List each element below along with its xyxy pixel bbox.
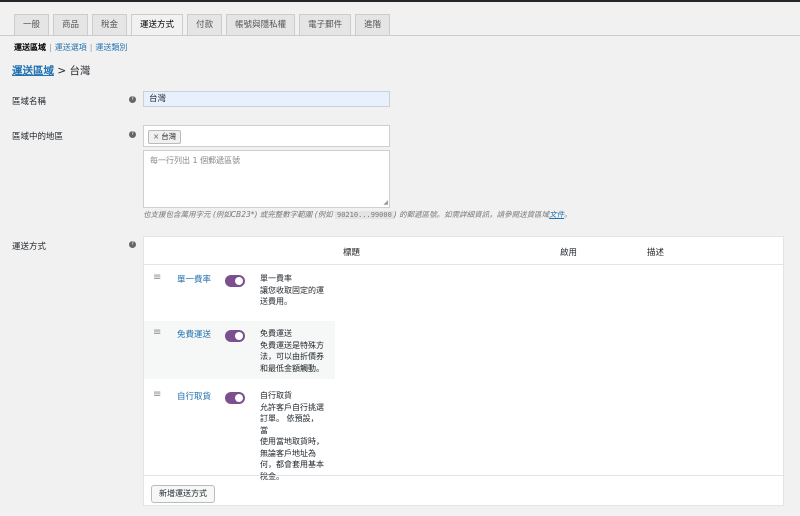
note-text-1: 也支援包含萬用字元 (例如CB23*) 或完整數字範圍 (例如 bbox=[143, 210, 335, 219]
breadcrumb-separator: > bbox=[54, 65, 70, 77]
tab-general[interactable]: 一般 bbox=[14, 14, 50, 36]
desc-line: 允許客戶自行挑選 bbox=[260, 402, 324, 412]
breadcrumb-zones-link[interactable]: 運送區域 bbox=[12, 65, 54, 77]
drag-handle-icon[interactable]: ≡ bbox=[153, 327, 161, 338]
drag-handle-icon[interactable]: ≡ bbox=[153, 272, 161, 283]
desc-line: 訂單。 依預設，當 bbox=[260, 414, 319, 435]
subnav-separator: | bbox=[89, 43, 93, 52]
shipping-subnav: 運送區域 | 運送選項 | 運送類別 bbox=[14, 42, 127, 53]
table-header: 標題 啟用 描述 bbox=[144, 237, 783, 265]
breadcrumb: 運送區域 > 台灣 bbox=[12, 63, 90, 78]
desc-line: 法，可以由折價券 bbox=[260, 352, 324, 361]
column-title: 標題 bbox=[343, 248, 361, 258]
shipping-methods-table: 標題 啟用 描述 ≡ 單一費率 單一費率 讓您收取固定的運 送費用。 ≡ 免費運… bbox=[143, 236, 784, 506]
desc-line: 讓您收取固定的運 bbox=[260, 285, 324, 295]
method-name-link[interactable]: 免費運送 bbox=[177, 328, 211, 340]
desc-line: 送費用。 bbox=[260, 297, 292, 306]
add-shipping-method-button[interactable]: 新增運送方式 bbox=[151, 485, 215, 503]
method-description: 單一費率 讓您收取固定的運 送費用。 bbox=[260, 273, 326, 308]
note-text-3: 。 bbox=[564, 210, 572, 219]
method-enabled-toggle[interactable] bbox=[225, 330, 245, 342]
region-chip-label: 台灣 bbox=[161, 132, 177, 141]
question-circle-icon[interactable]: ? bbox=[129, 131, 136, 138]
postcodes-textarea[interactable]: 每一行列出 1 個郵遞區號 ◢ bbox=[143, 150, 390, 208]
documentation-link[interactable]: 文件 bbox=[549, 210, 564, 219]
method-name-link[interactable]: 自行取貨 bbox=[177, 390, 211, 402]
admin-top-bar bbox=[0, 0, 800, 2]
note-text-2: ) 的郵遞區號。如需詳細資訊，請參閱送貨區域 bbox=[393, 210, 550, 219]
column-enabled: 啟用 bbox=[560, 248, 578, 258]
tab-accounts-privacy[interactable]: 帳號與隱私權 bbox=[226, 14, 296, 36]
tab-products[interactable]: 商品 bbox=[53, 14, 89, 36]
method-description: 自行取貨 允許客戶自行挑選 訂單。 依預設，當 使用當地取貨時， 無論客戶地址為… bbox=[260, 390, 326, 482]
note-code: 90210...99000 bbox=[335, 211, 394, 219]
add-method-row: 新增運送方式 bbox=[144, 475, 783, 516]
desc-line: 使用當地取貨時， bbox=[260, 437, 324, 446]
desc-line: 和最低金額觸動。 bbox=[260, 363, 324, 373]
subnav-shipping-classes[interactable]: 運送類別 bbox=[95, 43, 127, 52]
table-row: ≡ 單一費率 單一費率 讓您收取固定的運 送費用。 bbox=[144, 264, 335, 310]
region-chip: × 台灣 bbox=[148, 130, 182, 144]
method-enabled-toggle[interactable] bbox=[225, 275, 245, 287]
breadcrumb-current: 台灣 bbox=[69, 65, 91, 77]
column-description: 描述 bbox=[647, 248, 665, 258]
tab-advanced[interactable]: 進階 bbox=[355, 14, 391, 36]
desc-title: 免費運送 bbox=[260, 329, 292, 338]
tab-emails[interactable]: 電子郵件 bbox=[299, 14, 352, 36]
tabs-divider bbox=[0, 35, 800, 36]
tab-shipping[interactable]: 運送方式 bbox=[131, 14, 184, 36]
resize-handle-icon[interactable]: ◢ bbox=[383, 199, 388, 206]
drag-handle-icon[interactable]: ≡ bbox=[153, 389, 161, 400]
desc-line: 無論客戶地址為 bbox=[260, 448, 316, 458]
desc-title: 自行取貨 bbox=[260, 391, 292, 400]
postcode-help-text: 也支援包含萬用字元 (例如CB23*) 或完整數字範圍 (例如 90210...… bbox=[143, 209, 572, 220]
postcodes-placeholder: 每一行列出 1 個郵遞區號 bbox=[150, 156, 241, 165]
tab-payments[interactable]: 付款 bbox=[187, 14, 223, 36]
tab-tax[interactable]: 稅金 bbox=[92, 14, 128, 36]
method-description: 免費運送 免費運送是特殊方 法，可以由折價券 和最低金額觸動。 bbox=[260, 328, 326, 374]
method-enabled-toggle[interactable] bbox=[225, 392, 245, 404]
regions-select[interactable]: × 台灣 bbox=[143, 125, 390, 147]
question-circle-icon[interactable]: ? bbox=[129, 241, 136, 248]
method-name-link[interactable]: 單一費率 bbox=[177, 273, 211, 285]
zone-name-label: 區域名稱 bbox=[12, 97, 47, 107]
table-row: ≡ 免費運送 免費運送 免費運送是特殊方 法，可以由折價券 和最低金額觸動。 bbox=[144, 321, 335, 379]
desc-title: 單一費率 bbox=[260, 274, 292, 283]
subnav-shipping-zones[interactable]: 運送區域 bbox=[14, 43, 46, 52]
close-icon[interactable]: × bbox=[153, 132, 159, 141]
question-circle-icon[interactable]: ? bbox=[129, 96, 136, 103]
zone-regions-label: 區域中的地區 bbox=[12, 132, 64, 142]
zone-name-input[interactable]: 台灣 bbox=[143, 91, 390, 107]
desc-line: 何，都會套用基本 bbox=[260, 460, 324, 469]
desc-line: 免費運送是特殊方 bbox=[260, 340, 324, 350]
settings-tabs: 一般 商品 稅金 運送方式 付款 帳號與隱私權 電子郵件 進階 bbox=[14, 14, 394, 36]
subnav-shipping-options[interactable]: 運送選項 bbox=[55, 43, 87, 52]
subnav-separator: | bbox=[49, 43, 52, 52]
shipping-methods-label: 運送方式 bbox=[12, 242, 47, 252]
table-row: ≡ 自行取貨 自行取貨 允許客戶自行挑選 訂單。 依預設，當 使用當地取貨時， … bbox=[144, 384, 335, 481]
